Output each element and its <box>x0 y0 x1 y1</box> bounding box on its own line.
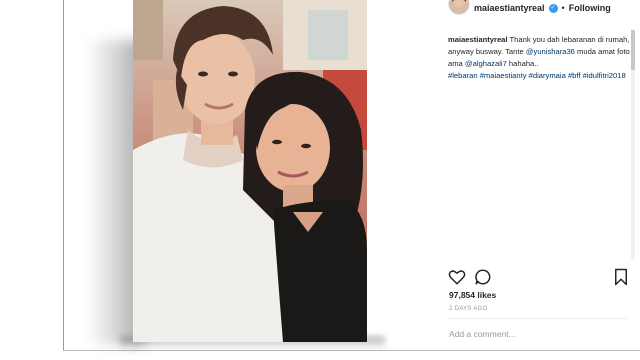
post-username[interactable]: maiaestiantyreal <box>474 3 545 13</box>
post-caption: maiaestiantyreal Thank you dah lebaranan… <box>448 34 636 82</box>
hashtag-link[interactable]: #diarymaia <box>529 71 566 80</box>
post-header: maiaestiantyreal ✓ • Following <box>448 0 611 16</box>
post-actions <box>448 268 628 286</box>
avatar-image <box>449 0 469 14</box>
hashtag-link[interactable]: #bff <box>568 71 581 80</box>
bookmark-icon[interactable] <box>612 268 630 286</box>
caption-text-3: hahaha.. <box>506 59 539 68</box>
caption-mention[interactable]: @yunishara36 <box>526 47 575 56</box>
likes-count[interactable]: 97,854 likes <box>449 290 496 300</box>
post-photo[interactable] <box>133 0 367 342</box>
add-comment-input[interactable] <box>449 327 619 341</box>
avatar[interactable] <box>448 0 470 15</box>
comment-divider <box>448 318 628 319</box>
follow-status-button[interactable]: Following <box>569 3 611 13</box>
post-timestamp: 2 DAYS AGO <box>449 306 488 312</box>
header-separator: • <box>561 3 565 13</box>
caption-mention[interactable]: @alghazali7 <box>465 59 507 68</box>
viewer-bottom-border <box>63 350 640 351</box>
comment-bubble-icon[interactable] <box>474 268 492 286</box>
caption-scroll-thumb[interactable] <box>631 30 635 70</box>
hashtag-link[interactable]: #lebaran <box>448 71 478 80</box>
post-photo-image <box>133 0 367 342</box>
hashtag-link[interactable]: #maiaestianty <box>480 71 527 80</box>
caption-username[interactable]: maiaestiantyreal <box>448 35 508 44</box>
heart-icon[interactable] <box>448 268 466 286</box>
verified-badge-icon: ✓ <box>548 3 558 13</box>
hashtag-link[interactable]: #idulfitri2018 <box>583 71 626 80</box>
